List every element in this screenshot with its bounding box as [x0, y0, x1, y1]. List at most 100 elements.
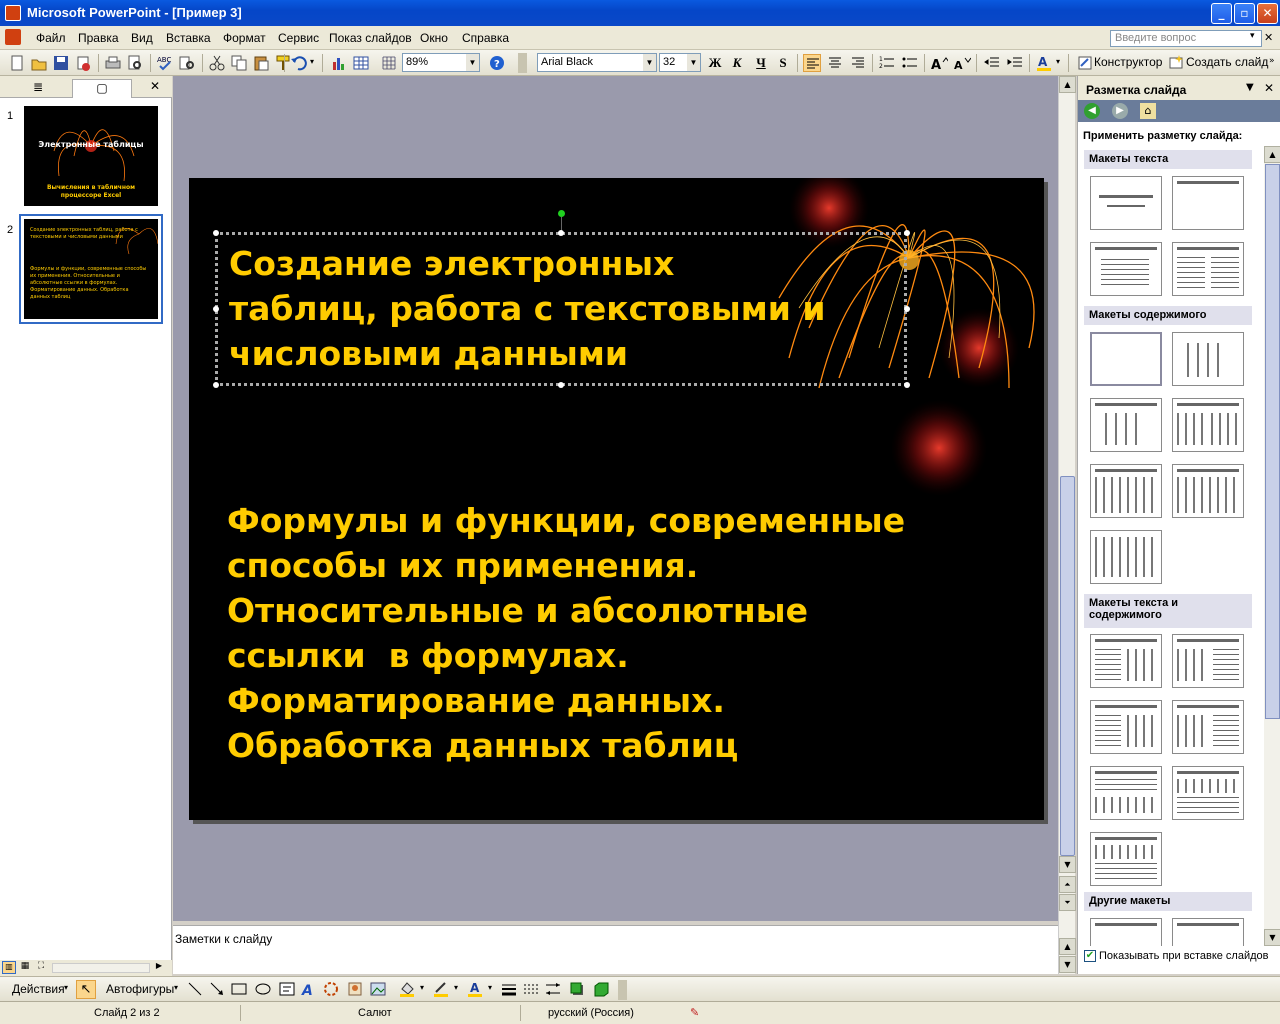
scroll-up-icon[interactable]: ▲ — [1264, 146, 1280, 163]
insert-chart-icon[interactable] — [330, 54, 348, 72]
layout-title-content[interactable] — [1090, 398, 1162, 452]
wordart-icon[interactable]: A — [300, 980, 318, 999]
menu-edit[interactable]: Правка — [78, 31, 119, 45]
textbox-icon[interactable] — [278, 980, 296, 998]
layout-text-content-d[interactable] — [1172, 700, 1244, 754]
vertical-scrollbar[interactable]: ▲ ▼ ⏶ ⏷ ▲ ▼ — [1058, 76, 1076, 974]
font-color-draw-dropdown-icon[interactable]: ▾ — [488, 983, 492, 992]
toolbar-chevron-icon[interactable]: » — [1269, 56, 1275, 66]
horizontal-scrollbar[interactable] — [52, 963, 150, 973]
layout-text-content-c[interactable] — [1090, 700, 1162, 754]
menu-view[interactable]: Вид — [131, 31, 153, 45]
line-icon[interactable] — [186, 980, 204, 998]
fill-color-icon[interactable] — [398, 980, 416, 998]
layout-blank[interactable] — [1090, 332, 1162, 386]
menu-help[interactable]: Справка — [462, 31, 509, 45]
font-color-icon[interactable]: A — [1035, 54, 1053, 72]
menu-tools[interactable]: Сервис — [278, 31, 319, 45]
layout-title-two-text[interactable] — [1172, 242, 1244, 296]
copy-icon[interactable] — [230, 54, 248, 72]
slide-thumbnail-2[interactable]: Создание электронных таблиц, работа с те… — [24, 219, 158, 319]
spelling-icon[interactable]: ABC — [156, 54, 174, 72]
research-icon[interactable] — [178, 54, 196, 72]
new-icon[interactable] — [8, 54, 26, 72]
prev-slide-icon[interactable]: ⏶ — [1059, 876, 1076, 893]
tab-slides[interactable]: ▢ — [72, 79, 132, 98]
font-color-dropdown-icon[interactable]: ▾ — [1056, 57, 1060, 66]
actions-menu[interactable]: Действия — [12, 982, 65, 996]
increase-indent-icon[interactable] — [1006, 54, 1024, 72]
powerpoint-app-icon[interactable] — [5, 5, 21, 21]
menu-window[interactable]: Окно — [420, 31, 448, 45]
select-pointer-icon[interactable]: ↖ — [76, 980, 96, 999]
undo-icon[interactable] — [290, 54, 308, 72]
layout-text-content-b[interactable] — [1172, 634, 1244, 688]
oval-icon[interactable] — [254, 980, 272, 998]
arrow-style-icon[interactable] — [544, 980, 562, 998]
menu-file[interactable]: Файл — [36, 31, 66, 45]
dash-style-icon[interactable] — [522, 980, 540, 998]
paste-icon[interactable] — [252, 54, 270, 72]
clipart-icon[interactable] — [346, 980, 364, 998]
layout-text-content-g[interactable] — [1090, 832, 1162, 886]
task-pane-dropdown-icon[interactable]: ▼ — [1246, 82, 1254, 93]
line-color-dropdown-icon[interactable]: ▾ — [454, 983, 458, 992]
scroll-down-icon[interactable]: ▼ — [1264, 929, 1280, 946]
grid-icon[interactable] — [380, 54, 398, 72]
layout-four-content-b[interactable] — [1172, 464, 1244, 518]
numbering-icon[interactable]: 12 — [878, 54, 896, 72]
slide-sorter-icon[interactable]: ▦ — [18, 961, 32, 974]
rectangle-icon[interactable] — [230, 980, 248, 998]
resize-handle[interactable] — [558, 230, 564, 236]
align-right-icon[interactable] — [849, 54, 867, 72]
zoom-select[interactable]: 89% ▼ — [402, 53, 480, 72]
actions-dropdown-icon[interactable]: ▾ — [64, 983, 68, 992]
shadow-style-icon[interactable] — [568, 980, 586, 998]
resize-handle[interactable] — [904, 306, 910, 312]
designer-button[interactable]: Конструктор — [1094, 55, 1162, 69]
spelling-status-icon[interactable]: ✎ — [690, 1006, 706, 1020]
resize-handle[interactable] — [213, 382, 219, 388]
resize-handle[interactable] — [558, 382, 564, 388]
layout-four-content-c[interactable] — [1090, 530, 1162, 584]
layout-four-content-a[interactable] — [1090, 464, 1162, 518]
slideshow-icon[interactable]: ⛶ — [34, 961, 48, 974]
insert-table-icon[interactable] — [352, 54, 370, 72]
new-slide-icon[interactable] — [1167, 54, 1185, 72]
menu-insert[interactable]: Вставка — [166, 31, 211, 45]
scroll-right-icon[interactable]: ▶ — [152, 961, 166, 974]
scroll-thumb[interactable] — [1060, 476, 1075, 856]
insert-picture-icon[interactable] — [369, 980, 387, 998]
italic-button[interactable]: К — [727, 54, 747, 72]
document-icon[interactable] — [5, 29, 21, 45]
resize-handle[interactable] — [904, 230, 910, 236]
help-icon[interactable]: ? — [488, 54, 506, 72]
layout-text-content-a[interactable] — [1090, 634, 1162, 688]
line-color-icon[interactable] — [432, 980, 450, 998]
font-color-draw-icon[interactable]: A — [466, 980, 484, 998]
resize-handle[interactable] — [213, 306, 219, 312]
new-slide-button[interactable]: Создать слайд — [1186, 55, 1268, 69]
layout-title-only[interactable] — [1172, 176, 1244, 230]
cut-icon[interactable] — [208, 54, 226, 72]
3d-style-icon[interactable] — [592, 980, 610, 998]
scroll-down-icon[interactable]: ▼ — [1059, 856, 1076, 873]
notes-pane[interactable]: Заметки к слайду — [173, 925, 1058, 974]
notes-scroll-down-icon[interactable]: ▼ — [1059, 956, 1076, 973]
close-button[interactable]: ✕ — [1257, 3, 1278, 24]
slide-title[interactable]: Создание электронных таблиц, работа с те… — [229, 241, 825, 376]
scroll-up-icon[interactable]: ▲ — [1059, 76, 1076, 93]
print-icon[interactable] — [104, 54, 122, 72]
help-search-input[interactable]: Введите вопрос — [1110, 30, 1262, 47]
forward-icon[interactable]: ▶ — [1112, 103, 1128, 119]
font-size-select[interactable]: 32 ▼ — [659, 53, 701, 72]
layout-title-slide[interactable] — [1090, 176, 1162, 230]
layout-text-content-f[interactable] — [1172, 766, 1244, 820]
next-slide-icon[interactable]: ⏷ — [1059, 894, 1076, 911]
layout-content[interactable] — [1172, 332, 1244, 386]
close-pane-icon[interactable]: ✕ — [150, 79, 160, 93]
layout-text-content-e[interactable] — [1090, 766, 1162, 820]
back-icon[interactable]: ◀ — [1084, 103, 1100, 119]
layout-title-text[interactable] — [1090, 242, 1162, 296]
line-style-icon[interactable] — [500, 980, 518, 998]
